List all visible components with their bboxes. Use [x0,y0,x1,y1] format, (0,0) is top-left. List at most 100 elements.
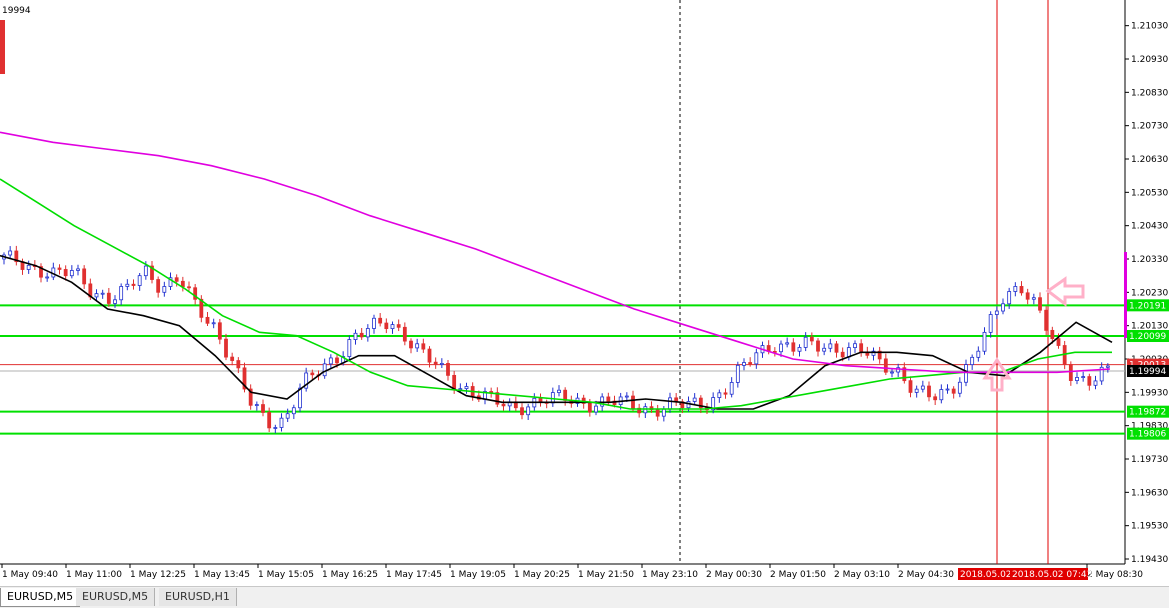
candle-body [982,331,987,352]
candle-body [803,336,808,348]
candle-body [452,374,457,390]
y-tick-label: 1.19630 [1131,488,1168,498]
candle-body [550,392,555,404]
current-price-label: 1.19994 [1129,367,1166,377]
price-chart[interactable]: 19994 1.21030 1.20930 1.20830 1.20730 1.2063… [0,0,1169,607]
candle-body [390,324,395,330]
candle-body [1031,297,1036,300]
candle-body [224,338,228,358]
candle-body [421,343,426,350]
candle-body [735,364,740,383]
candle-body [840,351,845,358]
candle-body [100,292,105,295]
candle-body [988,314,993,333]
x-tick-label: 1 May 15:05 [258,570,314,580]
y-tick-label: 1.19430 [1131,555,1168,565]
y-tick-label: 1.20530 [1131,188,1168,198]
candle-body [624,395,629,398]
x-tick-label: 2 May 03:10 [834,570,890,580]
level-price-label: 1.20099 [1129,332,1166,342]
candle-body [908,380,913,393]
x-tick-label: 1 May 17:45 [386,570,442,580]
candle-body [322,363,327,377]
symbol-price-label: 19994 [2,6,31,16]
candle-body [409,340,413,349]
x-tick-label: 2 May 00:30 [706,570,762,580]
x-tick-label: 1 May 21:50 [578,570,634,580]
candle-body [45,276,50,279]
candle-body [748,362,753,365]
candle-body [254,404,259,406]
candle-body [834,343,839,353]
y-tick-label: 1.19730 [1131,455,1168,465]
x-tick-label: 1 May 09:40 [2,570,58,580]
y-tick-label: 1.20930 [1131,55,1168,65]
candle-body [464,386,469,390]
candle-body [742,362,746,366]
candle-body [347,339,352,357]
candle-body [791,342,796,352]
candle-body [816,340,820,352]
candle-body [853,343,857,349]
y-tick-label: 1.20830 [1131,88,1168,98]
volume-bar [1124,252,1127,338]
candle-body [729,382,734,395]
candle-body [378,317,383,324]
candle-body [57,267,62,270]
tab-eurusd-h1[interactable]: EURUSD,H1 [159,588,237,606]
candle-body [994,310,999,315]
candle-body [883,358,888,373]
candle-body [439,363,444,365]
candle-body [433,361,438,365]
candle-body [415,343,420,349]
candle-body [526,406,531,416]
candle-body [137,275,142,286]
tab-eurusd-m5-2[interactable]: EURUSD,M5 [76,588,156,606]
candle-body [828,343,833,349]
candle-body [328,357,333,365]
candle-body [359,332,364,338]
x-tick-label: 1 May 11:00 [66,570,122,580]
candle-body [723,392,728,395]
tab-eurusd-m5-1[interactable]: EURUSD,M5 [0,588,81,607]
time-highlight-label: 2018.05.02 [960,570,1012,580]
candle-body [957,381,962,394]
candle-body [501,403,506,407]
candle-body [1081,376,1086,378]
candle-body [976,350,981,358]
candle-body [1093,380,1098,386]
candle-body [217,322,222,340]
x-tick-label: 2 May 01:50 [770,570,826,580]
candle-body [1087,376,1092,386]
candle-body [920,385,925,390]
candle-body [631,395,635,409]
candle-body [131,283,136,286]
candle-body [970,356,975,366]
candle-body [291,407,296,415]
candle-body [914,388,919,393]
y-tick-label: 1.19930 [1131,388,1168,398]
y-tick-label: 1.20630 [1131,155,1168,165]
candle-body [1075,377,1079,381]
candle-body [94,293,99,298]
candle-body [822,347,827,352]
candle-body [285,413,290,419]
depth-indicator [0,20,5,74]
candle-body [106,292,111,304]
candle-body [273,427,278,429]
x-tick-label: 2 May 04:30 [898,570,954,580]
candle-body [1007,291,1012,305]
candle-body [125,283,130,287]
candle-body [8,250,13,256]
candle-body [174,277,179,282]
candle-body [1105,365,1110,368]
candle-body [563,389,568,401]
x-tick-label: 2 May 08:30 [1087,570,1143,580]
candle-body [939,389,944,401]
candle-body [809,336,814,342]
candle-body [846,347,851,358]
candle-body [119,286,124,301]
candle-body [1038,297,1042,311]
candle-body [1050,329,1055,340]
candle-body [951,388,956,394]
